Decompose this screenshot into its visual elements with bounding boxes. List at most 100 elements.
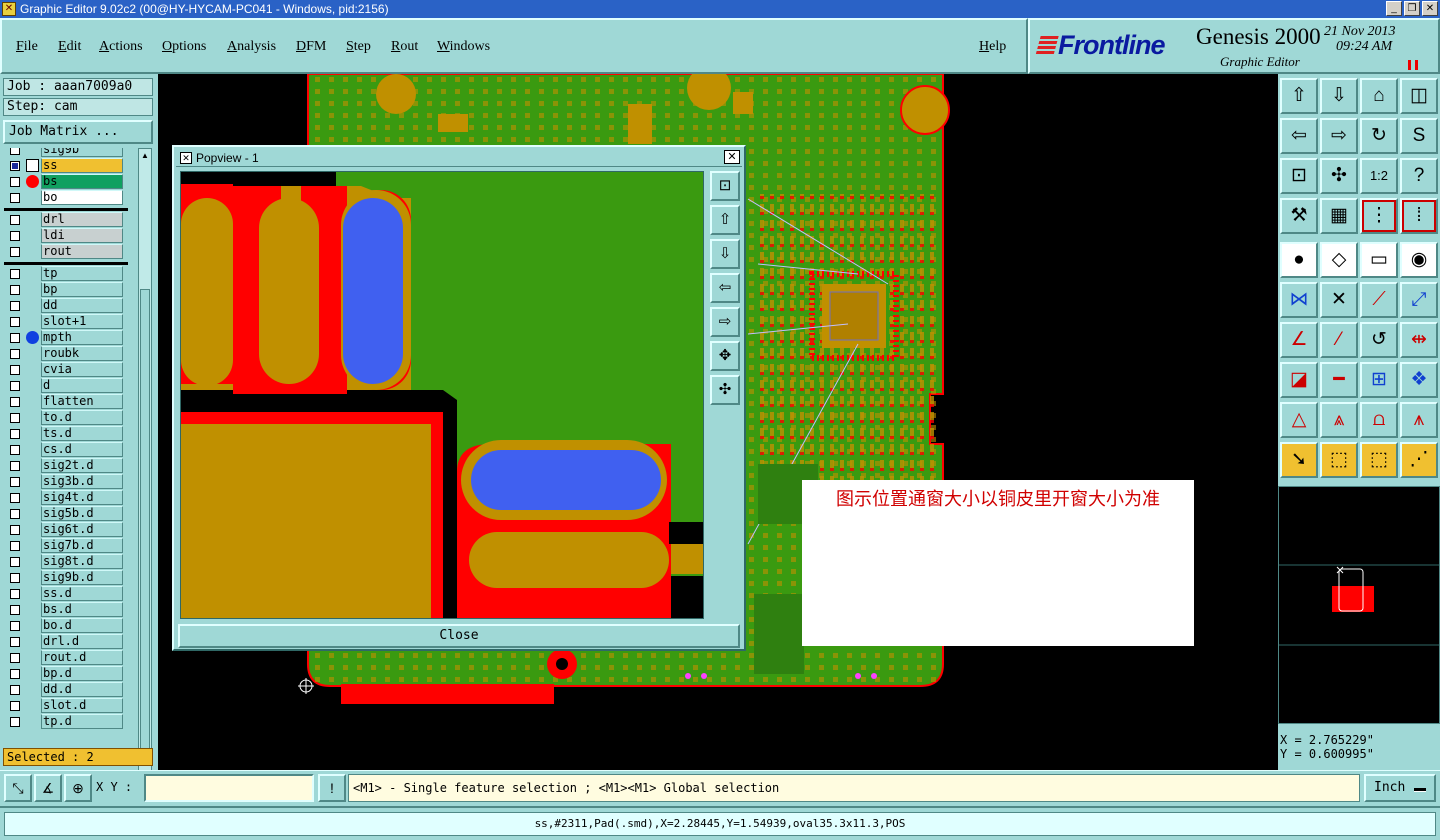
overview-minimap[interactable] bbox=[1278, 486, 1440, 724]
layer-name[interactable]: cs.d bbox=[41, 442, 123, 457]
menu-actions[interactable]: Actions bbox=[99, 39, 143, 55]
layer-row[interactable]: bp.d bbox=[4, 666, 128, 682]
layer-name[interactable]: bp bbox=[41, 282, 123, 297]
line-icon[interactable]: ⟋ bbox=[1360, 282, 1398, 318]
layer-checkbox[interactable] bbox=[10, 247, 20, 257]
layer-checkbox[interactable] bbox=[10, 177, 20, 187]
minimize-button[interactable]: _ bbox=[1386, 1, 1402, 16]
menu-help[interactable]: Help bbox=[979, 39, 1006, 55]
layer-name[interactable]: sig9b.d bbox=[41, 570, 123, 585]
pan-down-icon[interactable]: ⇩ bbox=[710, 239, 740, 269]
triangle-frame-icon[interactable]: ⩍ bbox=[1360, 402, 1398, 438]
layer-checkbox[interactable] bbox=[10, 525, 20, 535]
layer-checkbox[interactable] bbox=[10, 333, 20, 343]
menu-options[interactable]: Options bbox=[162, 39, 206, 55]
home-up-icon[interactable]: ⇧ bbox=[1280, 78, 1318, 114]
add-shape-icon[interactable]: ◇ bbox=[1320, 242, 1358, 278]
zoom-fit-icon[interactable]: ⊡ bbox=[710, 171, 740, 201]
snap-icon[interactable]: ⋮ bbox=[1360, 198, 1398, 234]
layer-row[interactable]: rout bbox=[4, 244, 128, 260]
layer-name[interactable]: bo.d bbox=[41, 618, 123, 633]
triangle-cut-icon[interactable]: ⩚ bbox=[1400, 402, 1438, 438]
pan-right-icon[interactable]: ⇨ bbox=[710, 307, 740, 337]
layer-row[interactable]: drl bbox=[4, 212, 128, 228]
layer-name[interactable]: ss bbox=[41, 158, 123, 173]
home-icon[interactable]: ⌂ bbox=[1360, 78, 1398, 114]
layer-checkbox[interactable] bbox=[10, 685, 20, 695]
layer-row[interactable]: to.d bbox=[4, 410, 128, 426]
zoom-in-icon[interactable]: ✣ bbox=[710, 375, 740, 405]
group-icon[interactable]: ❖ bbox=[1400, 362, 1438, 398]
alert-icon[interactable]: ! bbox=[318, 774, 346, 802]
layer-row[interactable]: sig9b bbox=[4, 148, 128, 158]
triangle-icon[interactable]: △ bbox=[1280, 402, 1318, 438]
layer-name[interactable]: rout bbox=[41, 244, 123, 259]
xy-input[interactable] bbox=[144, 774, 314, 802]
tools-icon[interactable]: ⚒ bbox=[1280, 198, 1318, 234]
layer-name[interactable]: ldi bbox=[41, 228, 123, 243]
pan-left-icon[interactable]: ⇦ bbox=[710, 273, 740, 303]
menu-windows[interactable]: Windows bbox=[437, 39, 490, 55]
layer-name[interactable]: bp.d bbox=[41, 666, 123, 681]
layer-row[interactable]: bp bbox=[4, 282, 128, 298]
redraw-icon[interactable]: ↻ bbox=[1360, 118, 1398, 154]
layer-name[interactable]: drl.d bbox=[41, 634, 123, 649]
add-feature-icon[interactable]: ● bbox=[1280, 242, 1318, 278]
layer-name[interactable]: bs bbox=[41, 174, 123, 189]
layer-row[interactable]: ldi bbox=[4, 228, 128, 244]
zoom-box-icon[interactable]: ⤡ bbox=[4, 774, 32, 802]
layer-checkbox[interactable] bbox=[10, 653, 20, 663]
layer-name[interactable]: bs.d bbox=[41, 602, 123, 617]
ruler-icon[interactable]: ▭ bbox=[1360, 242, 1398, 278]
layer-checkbox[interactable] bbox=[10, 717, 20, 727]
layer-row[interactable]: ss.d bbox=[4, 586, 128, 602]
angle-icon[interactable]: ∠ bbox=[1280, 322, 1318, 358]
layer-row[interactable]: sig5b.d bbox=[4, 506, 128, 522]
layer-name[interactable]: to.d bbox=[41, 410, 123, 425]
popview-titlebar[interactable]: ✕ Popview - 1 bbox=[176, 149, 742, 167]
layer-name[interactable]: tp bbox=[41, 266, 123, 281]
left-icon[interactable]: ⇦ bbox=[1280, 118, 1318, 154]
layer-name[interactable]: sig4t.d bbox=[41, 490, 123, 505]
layer-row[interactable]: sig9b.d bbox=[4, 570, 128, 586]
layer-checkbox[interactable] bbox=[10, 349, 20, 359]
menu-edit[interactable]: Edit bbox=[58, 39, 81, 55]
layer-row[interactable]: roubk bbox=[4, 346, 128, 362]
layer-name[interactable]: rout.d bbox=[41, 650, 123, 665]
layer-row[interactable]: rout.d bbox=[4, 650, 128, 666]
zoom-out-icon[interactable]: ✥ bbox=[710, 341, 740, 371]
layer-name[interactable]: mpth bbox=[41, 330, 123, 345]
layer-row[interactable]: d bbox=[4, 378, 128, 394]
scroll-up-icon[interactable]: ▲ bbox=[140, 150, 150, 162]
layer-checkbox[interactable] bbox=[10, 605, 20, 615]
help-query-icon[interactable]: ? bbox=[1400, 158, 1438, 194]
layer-name[interactable]: roubk bbox=[41, 346, 123, 361]
scroll-thumb[interactable] bbox=[140, 289, 150, 749]
layer-checkbox[interactable] bbox=[10, 589, 20, 599]
layer-name[interactable]: sig8t.d bbox=[41, 554, 123, 569]
maximize-button[interactable]: ❐ bbox=[1404, 1, 1420, 16]
layer-row[interactable]: drl.d bbox=[4, 634, 128, 650]
layer-checkbox[interactable] bbox=[10, 637, 20, 647]
layer-checkbox[interactable] bbox=[10, 269, 20, 279]
layer-name[interactable]: slot+1 bbox=[41, 314, 123, 329]
layer-row[interactable]: sig6t.d bbox=[4, 522, 128, 538]
layer-checkbox[interactable] bbox=[10, 429, 20, 439]
layer-checkbox[interactable] bbox=[10, 148, 20, 155]
layer-checkbox[interactable] bbox=[10, 445, 20, 455]
menu-analysis[interactable]: Analysis bbox=[227, 39, 276, 55]
arc-icon[interactable]: ↺ bbox=[1360, 322, 1398, 358]
layer-name[interactable]: ss.d bbox=[41, 586, 123, 601]
pan-up-icon[interactable]: ⇧ bbox=[710, 205, 740, 235]
layer-checkbox[interactable] bbox=[10, 701, 20, 711]
layer-name[interactable]: drl bbox=[41, 212, 123, 227]
layer-row[interactable]: flatten bbox=[4, 394, 128, 410]
scale-1-2-icon[interactable]: 1:2 bbox=[1360, 158, 1398, 194]
popview-close-icon[interactable]: ✕ bbox=[724, 150, 740, 164]
layer-row[interactable]: cs.d bbox=[4, 442, 128, 458]
layer-row[interactable]: ss bbox=[4, 158, 128, 174]
snap-grid-icon[interactable]: ⁞ bbox=[1400, 198, 1438, 234]
grid-icon[interactable]: ▦ bbox=[1320, 198, 1358, 234]
layer-name[interactable]: sig3b.d bbox=[41, 474, 123, 489]
triangle-alt-icon[interactable]: ⩓ bbox=[1320, 402, 1358, 438]
